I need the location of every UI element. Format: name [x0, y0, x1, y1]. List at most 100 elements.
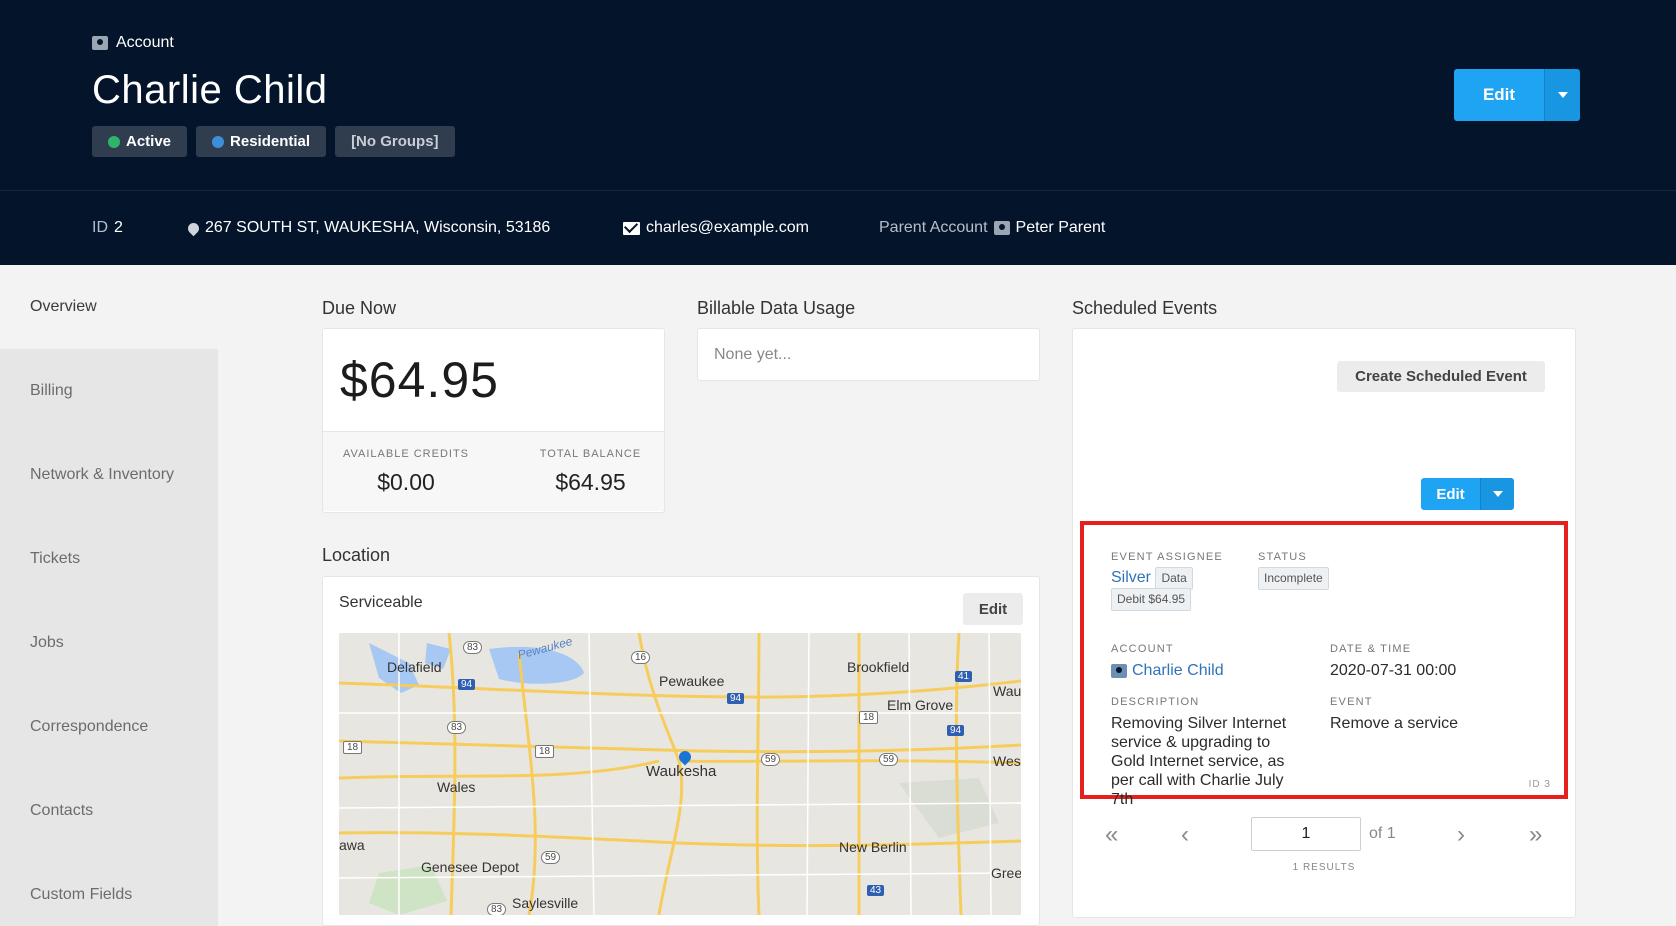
event-assignee-label: EVENT ASSIGNEE: [1111, 551, 1223, 563]
last-page-button[interactable]: »: [1529, 821, 1542, 849]
address-text: 267 SOUTH ST, WAUKESHA, Wisconsin, 53186: [205, 219, 551, 236]
assignee-type-tag: Data: [1155, 567, 1193, 590]
due-amount: $64.95: [340, 352, 499, 408]
map-pin-icon: [185, 220, 202, 236]
map-label-greer: Greer: [991, 865, 1021, 881]
sidebar-item-jobs[interactable]: Jobs: [0, 601, 218, 685]
scheduled-event-item: EVENT ASSIGNEE Silver Data Debit $64.95 …: [1080, 521, 1568, 808]
event-account-link[interactable]: Charlie Child: [1132, 661, 1224, 680]
route-shield-83: 83: [487, 903, 507, 915]
event-status: Incomplete: [1258, 567, 1329, 590]
total-balance: TOTAL BALANCE $64.95: [528, 448, 653, 496]
credits-label: AVAILABLE CREDITS: [342, 448, 470, 460]
next-page-button[interactable]: ›: [1457, 821, 1465, 849]
green-dot-icon: [108, 135, 120, 148]
sidebar-item-correspondence[interactable]: Correspondence: [0, 685, 218, 769]
scheduled-events-title: Scheduled Events: [1072, 298, 1218, 318]
event-edit-dropdown-toggle[interactable]: [1480, 478, 1514, 510]
event-assignee: Silver Data: [1111, 567, 1193, 590]
account-icon: [1111, 663, 1127, 678]
badge-label: Active: [126, 133, 172, 150]
parent-label: Parent Account: [879, 219, 988, 236]
page-number-input[interactable]: 1: [1251, 817, 1361, 851]
sidebar-item-overview[interactable]: Overview: [0, 265, 218, 349]
sidebar-item-contacts[interactable]: Contacts: [0, 769, 218, 853]
assignee-link[interactable]: Silver: [1111, 569, 1151, 586]
route-shield-18: 18: [343, 741, 363, 754]
map-label-brookfield: Brookfield: [847, 659, 910, 675]
status-badges: Active Residential [No Groups]: [92, 126, 455, 157]
event-id: ID 3: [1528, 779, 1551, 790]
sidebar-item-billing[interactable]: Billing: [0, 349, 218, 433]
account-email[interactable]: charles@example.com: [623, 219, 809, 237]
map-label-pewaukee: Pewaukee: [659, 673, 725, 689]
caret-down-icon: [1492, 491, 1503, 497]
location-card: Serviceable Edit Delafield Pewaukee Pewa…: [322, 576, 1040, 926]
map-label-waukesha: Waukesha: [646, 763, 717, 780]
page-title: Charlie Child: [92, 68, 328, 112]
route-shield-16: 16: [631, 651, 651, 664]
badge-label: Residential: [230, 133, 311, 150]
event-edit-button[interactable]: Edit: [1421, 478, 1480, 510]
map-label-genesee-depot: Genesee Depot: [421, 859, 520, 875]
map-label-wau: Wau: [993, 683, 1021, 699]
map-label-wales: Wales: [437, 779, 476, 795]
blue-dot-icon: [212, 135, 225, 148]
route-shield-41: 41: [955, 671, 973, 682]
interstate-shield-94: 94: [727, 693, 745, 704]
badge-label: [No Groups]: [351, 133, 439, 150]
caret-down-icon: [1557, 92, 1568, 98]
serviceable-status: Serviceable: [339, 594, 423, 611]
event-datetime: 2020-07-31 00:00: [1330, 662, 1457, 679]
event-edit-split-button: Edit: [1421, 478, 1514, 510]
account-address[interactable]: 267 SOUTH ST, WAUKESHA, Wisconsin, 53186: [185, 219, 551, 237]
breadcrumb[interactable]: Account: [92, 34, 174, 52]
account-icon: [993, 221, 1010, 235]
interstate-shield-94: 94: [458, 679, 476, 690]
available-credits: AVAILABLE CREDITS $0.00: [341, 448, 471, 496]
status-label: STATUS: [1258, 551, 1307, 563]
create-scheduled-event-button[interactable]: Create Scheduled Event: [1337, 361, 1545, 392]
event-description: Removing Silver Internet service & upgra…: [1111, 715, 1287, 808]
account-icon: [92, 36, 108, 50]
map-label-wes: Wes: [993, 753, 1021, 769]
event-type: Remove a service: [1330, 715, 1459, 732]
route-shield-59: 59: [541, 851, 561, 864]
sidebar-item-tickets[interactable]: Tickets: [0, 517, 218, 601]
previous-page-button[interactable]: ‹: [1181, 821, 1189, 849]
results-count: 1 RESULTS: [1292, 862, 1356, 873]
page-count: of 1: [1369, 825, 1396, 842]
scheduled-events-card: Create Scheduled Event Edit EVENT ASSIGN…: [1072, 328, 1576, 918]
sidebar-item-custom-fields[interactable]: Custom Fields: [0, 853, 218, 926]
route-shield-59: 59: [761, 753, 781, 766]
location-title: Location: [322, 545, 391, 565]
due-now-card: $64.95 AVAILABLE CREDITS $0.00 TOTAL BAL…: [322, 328, 665, 513]
assignee-debit: Debit $64.95: [1111, 588, 1192, 611]
location-map[interactable]: Delafield Pewaukee Pewaukee Brookfield E…: [339, 633, 1021, 915]
pagination: « ‹ 1 of 1 › » 1 RESULTS: [1073, 817, 1575, 877]
sidebar-item-network-inventory[interactable]: Network & Inventory: [0, 433, 218, 517]
due-now-title: Due Now: [322, 298, 397, 318]
account-id: ID 2: [92, 219, 123, 237]
balance-label: TOTAL BALANCE: [539, 448, 642, 460]
account-header: Account Charlie Child Active Residential…: [0, 0, 1676, 190]
route-shield-83: 83: [447, 721, 467, 734]
event-account: Charlie Child: [1111, 661, 1224, 680]
balance-value: $64.95: [555, 469, 626, 495]
envelope-icon: [623, 221, 640, 235]
route-shield-59: 59: [879, 753, 899, 766]
breadcrumb-label: Account: [116, 34, 174, 51]
usage-empty-text: None yet...: [714, 346, 792, 363]
interstate-shield-43: 43: [867, 885, 885, 896]
edit-split-button: Edit: [1454, 69, 1580, 121]
edit-button[interactable]: Edit: [1454, 69, 1544, 121]
sidebar-nav: Overview Billing Network & Inventory Tic…: [0, 265, 218, 926]
edit-dropdown-toggle[interactable]: [1544, 69, 1580, 121]
description-label: DESCRIPTION: [1111, 696, 1200, 708]
id-value: 2: [114, 219, 123, 236]
first-page-button[interactable]: «: [1105, 821, 1118, 849]
parent-account-link[interactable]: Peter Parent: [1016, 219, 1106, 237]
location-edit-button[interactable]: Edit: [963, 593, 1023, 625]
parent-account: Parent Account Peter Parent: [879, 219, 1105, 237]
id-label: ID: [92, 219, 108, 236]
